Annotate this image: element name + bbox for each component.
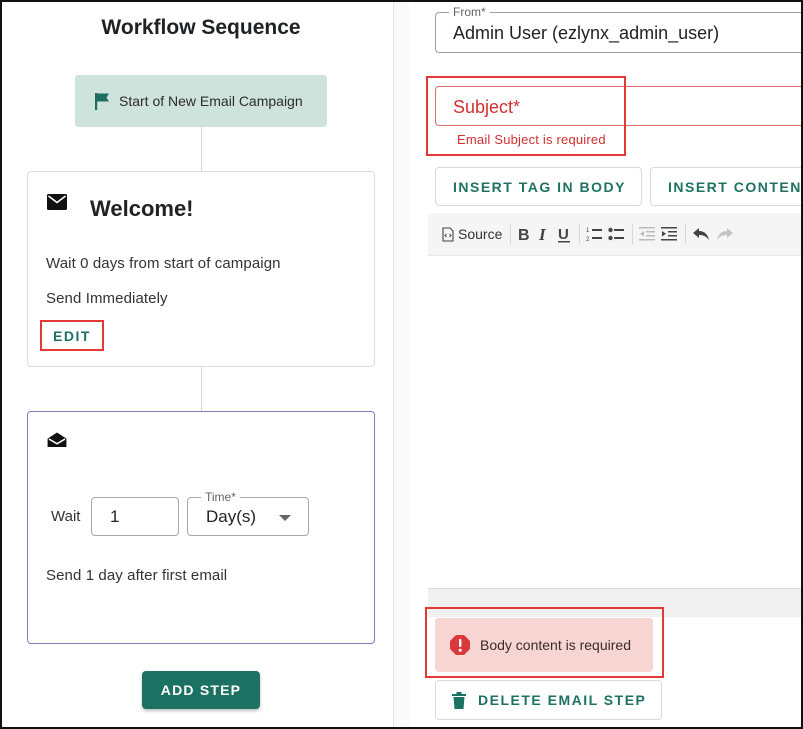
- time-unit-select[interactable]: Time* Day(s): [187, 490, 309, 536]
- mail-open-icon: [47, 432, 67, 448]
- numbered-list-button[interactable]: 1 2: [586, 222, 603, 246]
- connector-line: [201, 127, 202, 171]
- step-title: Welcome!: [90, 196, 194, 221]
- add-step-button[interactable]: ADD STEP: [142, 671, 260, 709]
- time-unit-label: Time*: [201, 490, 240, 504]
- start-campaign-chip[interactable]: Start of New Email Campaign: [75, 75, 327, 127]
- underline-icon: U: [558, 226, 571, 243]
- toolbar-separator: [579, 224, 581, 244]
- toolbar-separator: [632, 224, 634, 244]
- flag-icon: [95, 93, 109, 110]
- bold-icon: B: [518, 227, 530, 242]
- panel-gutter: [394, 2, 409, 727]
- step-wait-text: Wait 0 days from start of campaign: [46, 255, 281, 272]
- time-unit-value: Day(s): [206, 506, 257, 526]
- app-window: Workflow Sequence Start of New Email Cam…: [0, 0, 803, 729]
- indent-button[interactable]: [661, 222, 678, 246]
- redo-button[interactable]: [716, 222, 734, 246]
- email-body-editor[interactable]: [428, 255, 801, 588]
- numbered-list-icon: 1 2: [586, 228, 603, 242]
- step-send-text: Send Immediately: [46, 290, 168, 307]
- delete-email-step-label: DELETE EMAIL STEP: [478, 692, 647, 708]
- italic-icon: I: [538, 226, 547, 242]
- outdent-button[interactable]: [639, 222, 656, 246]
- wait-label: Wait: [51, 508, 81, 525]
- svg-text:U: U: [558, 226, 569, 243]
- toolbar-separator: [685, 224, 687, 244]
- bullet-list-button[interactable]: [608, 222, 625, 246]
- workflow-panel: Workflow Sequence Start of New Email Cam…: [2, 2, 394, 727]
- svg-text:1: 1: [586, 228, 590, 234]
- source-button[interactable]: Source: [442, 222, 502, 246]
- bold-button[interactable]: B: [517, 222, 531, 246]
- step-send-text: Send 1 day after first email: [46, 567, 228, 584]
- indent-icon: [661, 227, 678, 241]
- email-step-card[interactable]: Wait 1 Time* Day(s) Send 1 day after fir…: [27, 411, 375, 644]
- bullet-list-icon: [608, 227, 625, 241]
- from-field[interactable]: From* Admin User (ezlynx_admin_user): [435, 5, 801, 53]
- redo-icon: [717, 228, 734, 240]
- underline-button[interactable]: U: [557, 222, 571, 246]
- highlight-box: [426, 76, 626, 156]
- insert-tag-button[interactable]: INSERT TAG IN BODY: [435, 167, 642, 206]
- undo-icon: [693, 228, 710, 240]
- insert-content-button[interactable]: INSERT CONTENT: [650, 167, 801, 206]
- mail-icon: [47, 194, 67, 210]
- email-step-card[interactable]: Welcome! Wait 0 days from start of campa…: [27, 171, 375, 367]
- source-label: Source: [458, 226, 503, 242]
- wait-days-input[interactable]: 1: [91, 497, 179, 536]
- svg-text:2: 2: [586, 237, 590, 242]
- start-campaign-label: Start of New Email Campaign: [119, 93, 303, 109]
- svg-text:B: B: [518, 227, 530, 242]
- from-value: Admin User (ezlynx_admin_user): [453, 23, 720, 43]
- outdent-icon: [639, 227, 656, 241]
- toolbar-separator: [510, 224, 512, 244]
- delete-email-step-button[interactable]: DELETE EMAIL STEP: [435, 680, 662, 720]
- source-icon: [442, 226, 454, 242]
- undo-button[interactable]: [692, 222, 710, 246]
- highlight-box: [425, 607, 664, 678]
- italic-button[interactable]: I: [537, 222, 551, 246]
- trash-icon: [452, 691, 466, 709]
- editor-toolbar: Source B I U 1 2: [428, 213, 801, 255]
- chevron-down-icon: [279, 515, 291, 521]
- connector-line: [201, 367, 202, 411]
- panel-title: Workflow Sequence: [101, 16, 301, 39]
- edit-button[interactable]: EDIT: [40, 320, 104, 351]
- svg-text:I: I: [538, 226, 547, 242]
- from-label: From*: [449, 5, 490, 19]
